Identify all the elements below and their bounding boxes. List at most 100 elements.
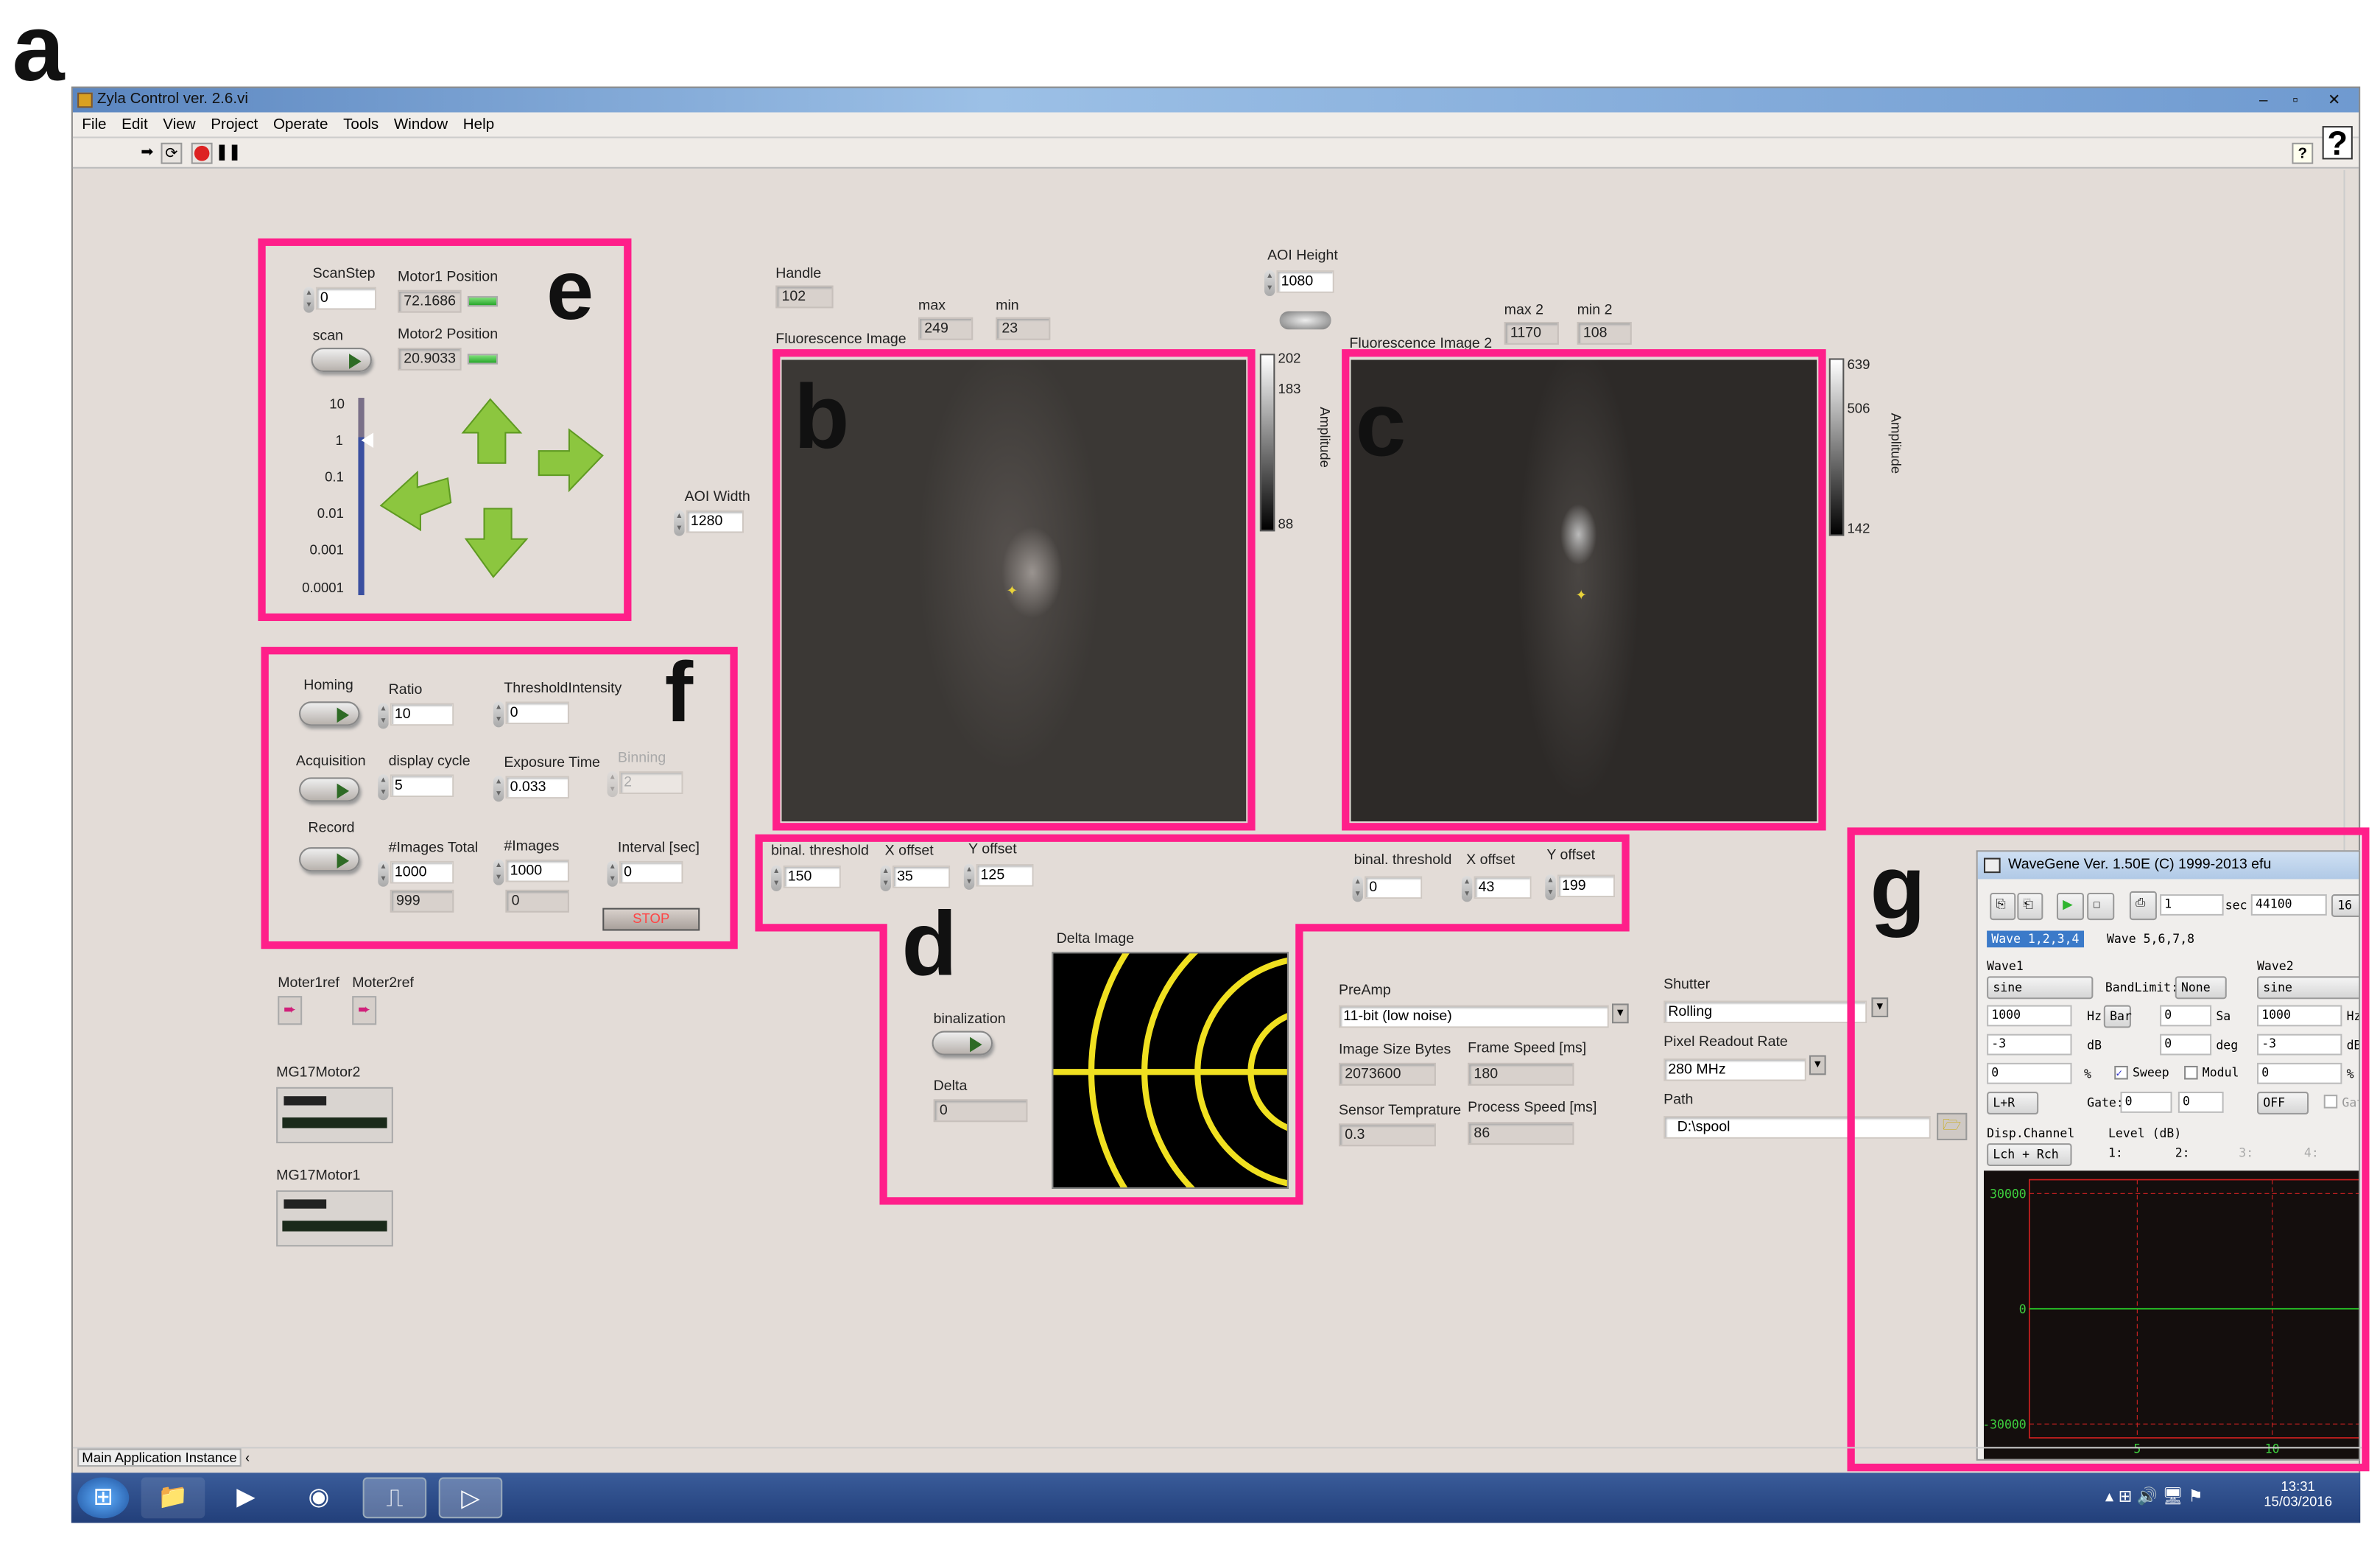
stop-button[interactable]: ☐ — [2087, 892, 2115, 921]
binal-threshold-1-input[interactable]: 150 — [783, 865, 841, 888]
binalization-button[interactable] — [932, 1031, 993, 1056]
menu-edit[interactable]: Edit — [122, 117, 148, 134]
stop-button[interactable]: STOP — [602, 908, 700, 931]
scanstep-input[interactable]: 0 — [315, 287, 377, 310]
arrow-down-icon[interactable] — [464, 508, 529, 578]
gate-end-input[interactable]: 0 — [2177, 1092, 2224, 1113]
binal-threshold-2-spinner[interactable]: ▲ ▼ — [1352, 876, 1363, 902]
file-explorer-icon[interactable]: 📁 — [141, 1477, 205, 1519]
ratio-input[interactable]: 10 — [390, 703, 454, 726]
bit-depth-select[interactable]: 16 — [2331, 894, 2359, 917]
wave1-percent-input[interactable]: 0 — [1987, 1062, 2072, 1084]
menu-operate[interactable]: Operate — [273, 117, 328, 134]
menu-window[interactable]: Window — [394, 117, 448, 134]
moter1ref-icon[interactable]: ➨ — [278, 996, 303, 1025]
menu-file[interactable]: File — [82, 117, 106, 134]
y-offset-2-input[interactable]: 199 — [1557, 874, 1616, 898]
aoi-width-input[interactable]: 1280 — [686, 510, 744, 533]
exposure-input[interactable]: 0.033 — [505, 776, 569, 799]
aoi-width-spinner[interactable]: ▲ ▼ — [674, 510, 685, 536]
media-player-icon[interactable]: ▶ — [214, 1478, 278, 1519]
interval-spinner[interactable]: ▲ ▼ — [607, 860, 618, 887]
aoi-height-input[interactable]: 1080 — [1276, 270, 1334, 293]
path-input[interactable]: D:\spool — [1663, 1115, 1931, 1139]
export-icon[interactable]: ⎙ — [2129, 891, 2157, 921]
gate-start-input[interactable]: 0 — [2120, 1092, 2172, 1113]
wave1-frequency-input[interactable]: 1000 — [1987, 1005, 2072, 1027]
binal-threshold-1-spinner[interactable]: ▲ ▼ — [771, 865, 782, 891]
tab-wave-5-8[interactable]: Wave 5,6,7,8 — [2102, 931, 2199, 948]
save-icon[interactable]: ⎗ — [2017, 892, 2043, 921]
pause-icon[interactable]: ❚❚ — [216, 143, 242, 164]
arrow-up-icon[interactable] — [461, 398, 523, 464]
threshold-spinner[interactable]: ▲ ▼ — [493, 701, 504, 728]
arrow-left-icon[interactable] — [379, 470, 452, 532]
sample-rate-select[interactable]: 44100 — [2250, 894, 2327, 916]
readout-rate-select[interactable]: 280 MHz — [1663, 1058, 1806, 1081]
bar-button[interactable]: Bar — [2103, 1005, 2132, 1028]
display-cycle-input[interactable]: 5 — [390, 774, 454, 798]
ratio-spinner[interactable]: ▲ ▼ — [378, 703, 389, 729]
mg17motor2-control[interactable] — [276, 1087, 393, 1144]
x-offset-1-spinner[interactable]: ▲ ▼ — [880, 865, 891, 891]
labview-icon[interactable]: ⎍ — [362, 1477, 427, 1519]
duration-select[interactable]: 1 — [2160, 894, 2224, 916]
wave1-level-input[interactable]: -3 — [1987, 1033, 2072, 1056]
menu-help[interactable]: Help — [463, 117, 494, 134]
images-spinner[interactable]: ▲ ▼ — [493, 859, 504, 885]
tab-wave-1-4[interactable]: Wave 1,2,3,4 — [1987, 930, 2084, 948]
wave2-gate-checkbox[interactable] — [2323, 1095, 2338, 1109]
load-icon[interactable]: ⎘ — [1990, 892, 2016, 921]
menu-project[interactable]: Project — [211, 117, 258, 134]
arrow-right-icon[interactable] — [538, 428, 604, 493]
acquisition-button[interactable] — [299, 777, 360, 802]
record-button[interactable] — [299, 847, 360, 872]
x-offset-2-spinner[interactable]: ▲ ▼ — [1461, 876, 1473, 902]
start-button[interactable]: ⊞ — [77, 1477, 130, 1519]
interval-input[interactable]: 0 — [619, 860, 683, 884]
x-offset-2-input[interactable]: 43 — [1474, 876, 1532, 899]
disp-channel-select[interactable]: Lch + Rch — [1987, 1143, 2072, 1167]
binal-threshold-2-input[interactable]: 0 — [1365, 876, 1423, 899]
exposure-spinner[interactable]: ▲ ▼ — [493, 776, 504, 802]
browse-folder-icon[interactable]: 🗁 — [1937, 1112, 1968, 1140]
scan-button[interactable] — [311, 348, 372, 372]
wave2-frequency-input[interactable]: 1000 — [2257, 1005, 2342, 1027]
fluorescence-image[interactable]: ✦ — [781, 359, 1247, 822]
labview-vi-icon[interactable]: ▷ — [438, 1477, 503, 1519]
context-help-icon[interactable]: ? — [2292, 142, 2314, 164]
close-button[interactable]: ✕ — [2328, 90, 2340, 114]
wave2-level-input[interactable]: -3 — [2257, 1033, 2342, 1056]
display-cycle-spinner[interactable]: ▲ ▼ — [378, 774, 389, 801]
wave1-phase-input[interactable]: 0 — [2160, 1033, 2212, 1056]
minimize-button[interactable]: – — [2259, 90, 2267, 114]
help-icon[interactable]: ? — [2322, 126, 2353, 160]
homing-button[interactable] — [299, 701, 360, 726]
abort-icon[interactable] — [191, 142, 213, 164]
wave1-type-select[interactable]: sine — [1987, 976, 2094, 1000]
aoi-apply-button[interactable] — [1279, 311, 1331, 330]
images-total-spinner[interactable]: ▲ ▼ — [378, 860, 389, 887]
delta-image[interactable] — [1052, 952, 1289, 1189]
x-offset-1-input[interactable]: 35 — [892, 865, 951, 888]
y-offset-1-spinner[interactable]: ▲ ▼ — [963, 863, 975, 890]
chrome-icon[interactable]: ◉ — [287, 1478, 351, 1519]
play-button[interactable]: ▶ — [2056, 892, 2085, 921]
wave2-channel-select[interactable]: OFF — [2257, 1092, 2309, 1114]
run-arrow-icon[interactable]: ➡ — [137, 143, 158, 164]
step-slider[interactable] — [358, 398, 365, 595]
moter2ref-icon[interactable]: ➨ — [352, 996, 377, 1025]
wave1-sa-input[interactable]: 0 — [2160, 1005, 2212, 1027]
aoi-height-spinner[interactable]: ▲ ▼ — [1264, 270, 1275, 296]
fluorescence-image-2[interactable]: ✦ — [1351, 359, 1817, 822]
menu-view[interactable]: View — [163, 117, 195, 134]
wave1-channel-select[interactable]: L+R — [1987, 1092, 2039, 1114]
preamp-dropdown-icon[interactable]: ▼ — [1611, 1003, 1629, 1024]
images-total-input[interactable]: 1000 — [390, 860, 454, 884]
shutter-dropdown-icon[interactable]: ▼ — [1871, 997, 1889, 1018]
preamp-select[interactable]: 11-bit (low noise) — [1338, 1005, 1609, 1028]
tray-icons[interactable]: ▴ ⊞ 🔊 🖥 ⚑ — [2105, 1486, 2203, 1506]
y-offset-2-spinner[interactable]: ▲ ▼ — [1545, 874, 1556, 901]
clock[interactable]: 13:31 15/03/2016 — [2254, 1479, 2342, 1509]
restore-button[interactable]: ▫ — [2292, 90, 2298, 114]
